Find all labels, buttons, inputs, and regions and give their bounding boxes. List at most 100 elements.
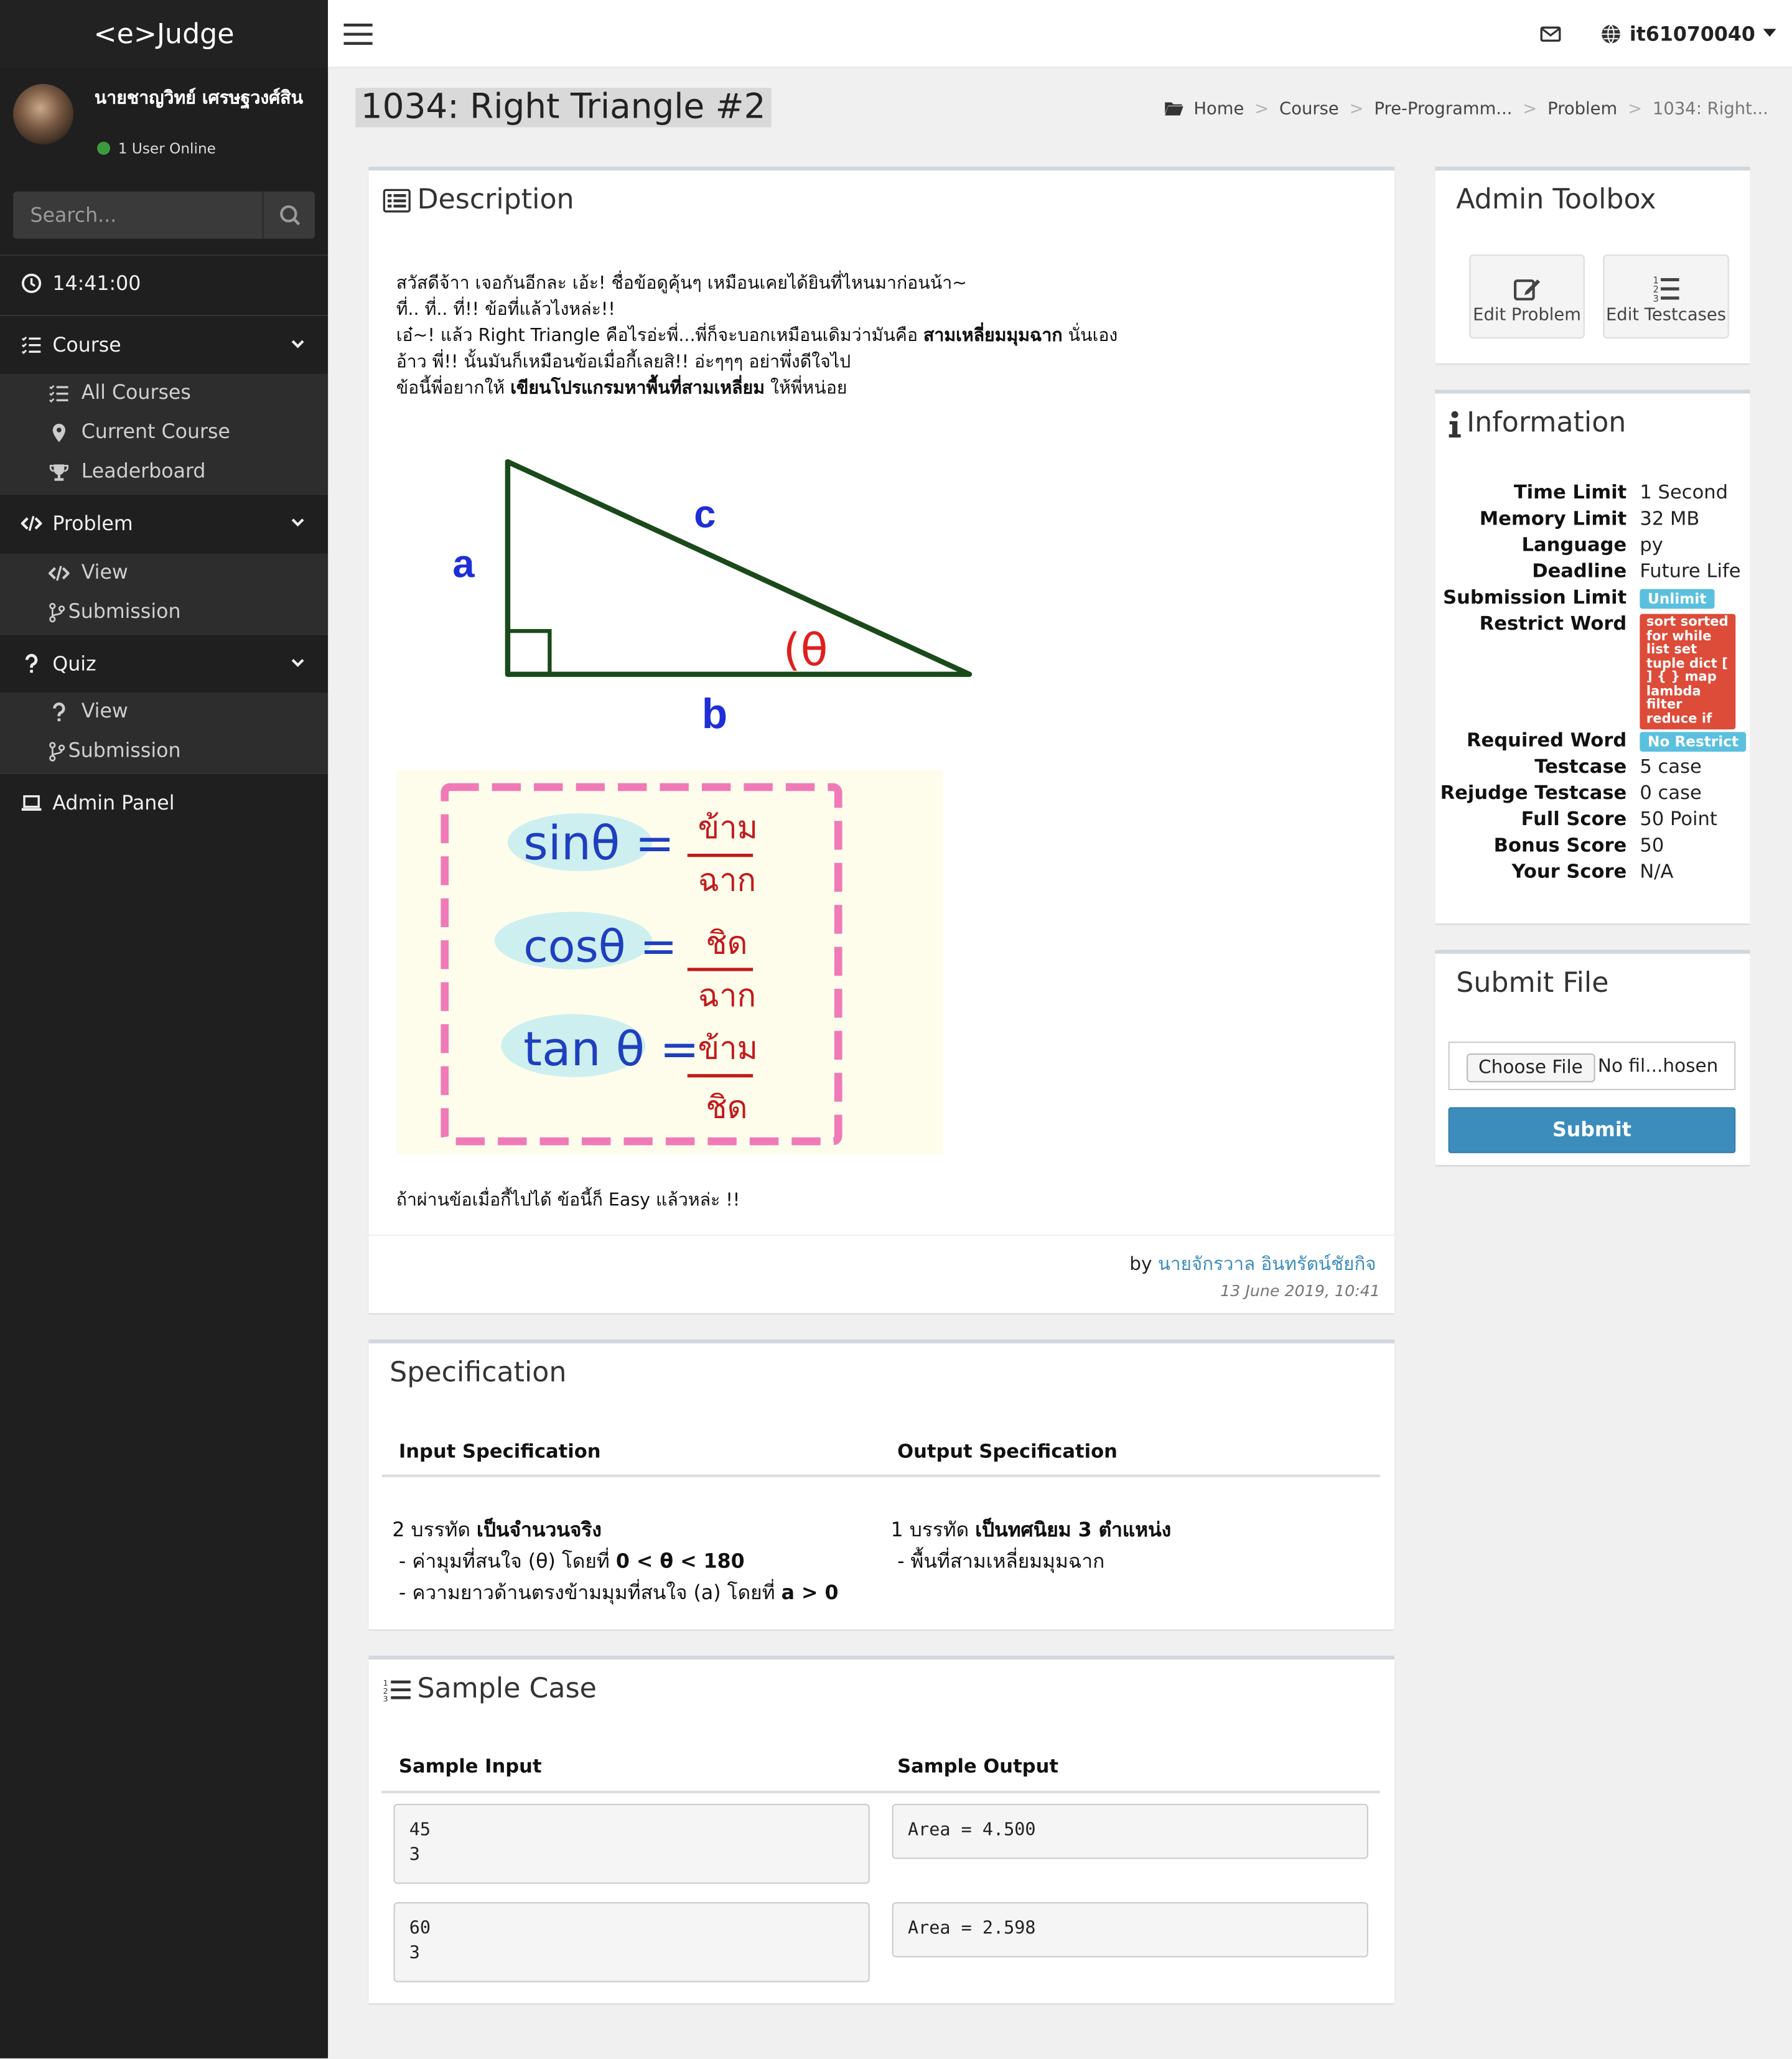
user-name: นายชาญวิทย์ เศรษฐวงศ์สิน (94, 88, 304, 109)
sample-input-2[interactable]: 60 3 (393, 1902, 870, 1982)
sidebar-search (13, 191, 315, 239)
label-a: a (452, 543, 475, 586)
breadcrumb-pre-programming[interactable]: Pre-Programm... (1374, 100, 1512, 119)
divider (0, 493, 329, 495)
info-testcase: Testcase 5 case (1534, 757, 1702, 778)
list-alt-icon (383, 189, 411, 213)
search-input[interactable] (13, 191, 263, 239)
online-status: 1 User Online (97, 141, 216, 157)
sidebar-item-problem-view[interactable]: View (0, 554, 328, 593)
information-title: Information (1467, 406, 1626, 439)
svg-text:ฉาก: ฉาก (698, 862, 756, 899)
sample-output-2[interactable]: Area = 2.598 (892, 1902, 1368, 1958)
chevron-down-icon (291, 518, 304, 527)
author-link[interactable]: นายจักรวาล อินทรัตน์ชัยกิจ (1158, 1254, 1376, 1276)
description-box: Description สวัสดีจ้าา เจอกันอีกละ เอ้ะ!… (368, 166, 1395, 1314)
svg-text:ข้าม: ข้าม (698, 1029, 758, 1066)
sample-case-box: 123 Sample Case Sample Input Sample Outp… (368, 1655, 1395, 2004)
info-full-score: Full Score 50 Point (1521, 809, 1717, 831)
file-input[interactable]: Choose File No fil...hosen (1448, 1041, 1736, 1090)
trig-ratios-figure: sinθ = cosθ = tan θ = ข้าม ฉาก ชิด ฉาก ข… (396, 770, 943, 1155)
submit-button[interactable]: Submit (1448, 1107, 1736, 1154)
search-icon (280, 205, 301, 226)
info-deadline: Deadline Future Life (1532, 561, 1741, 583)
quiz-submenu: View Submission (0, 693, 329, 773)
info-required-word: Required Word No Restrict (1435, 731, 1750, 757)
description-text: สวัสดีจ้าา เจอกันอีกละ เอ้ะ! ชื่อข้อดูคุ… (396, 273, 1118, 399)
sample-input-label: Sample Input (398, 1757, 542, 1778)
tan-label: tan θ = (523, 1022, 699, 1076)
user-dropdown[interactable]: it61070040 (1630, 22, 1776, 46)
caret-down-icon (1763, 29, 1776, 37)
laptop-icon (21, 795, 42, 811)
info-restrict-word: Restrict Word sort sorted for while list … (1435, 614, 1750, 730)
sidebar-item-problem-submission[interactable]: Submission (0, 593, 328, 632)
chevron-down-icon (291, 658, 304, 667)
chevron-down-icon (291, 340, 304, 348)
author-line: by นายจักรวาล อินทรัตน์ชัยกิจ (1129, 1254, 1376, 1276)
nav-admin-panel[interactable]: Admin Panel (0, 777, 328, 829)
breadcrumb-course[interactable]: Course (1279, 100, 1339, 119)
sidebar-item-quiz-submission[interactable]: Submission (0, 732, 328, 771)
map-marker-icon (52, 423, 65, 442)
course-submenu: All Courses Current Course Leaderboard (0, 373, 329, 493)
clock: 14:41:00 (0, 257, 328, 309)
nav-course[interactable]: Course (0, 319, 328, 371)
nav-quiz[interactable]: Quiz (0, 638, 328, 690)
mail-icon[interactable] (1539, 22, 1562, 46)
breadcrumb-current: 1034: Right... (1652, 100, 1768, 119)
search-button[interactable] (262, 191, 315, 239)
cos-label: cosθ = (523, 920, 677, 972)
admin-toolbox-box: Admin Toolbox Edit Problem 123 Edit Test… (1435, 166, 1750, 363)
app-logo[interactable]: <e>Judge (0, 0, 329, 68)
input-spec-text: 2 บรรทัด เป็นจำนวนจริง - ค่ามุมที่สนใจ (… (392, 1518, 839, 1605)
admin-toolbox-title: Admin Toolbox (1456, 184, 1656, 215)
post-date: 13 June 2019, 10:41 (1220, 1281, 1380, 1300)
label-b: b (702, 691, 727, 737)
globe-icon[interactable] (1599, 22, 1623, 46)
clock-icon (21, 273, 42, 293)
specification-title: Specification (390, 1356, 567, 1388)
edit-testcases-button[interactable]: 123 Edit Testcases (1603, 254, 1729, 338)
input-spec-label: Input Specification (398, 1442, 601, 1463)
breadcrumb: Home > Course > Pre-Programm... > Problem >1034… (1165, 100, 1768, 119)
info-icon (1449, 411, 1461, 438)
information-box: Information Time Limit 1 Second Memory Li… (1435, 390, 1750, 924)
info-rejudge-testcase: Rejudge Testcase 0 case (1440, 783, 1702, 805)
breadcrumb-home[interactable]: Home (1193, 100, 1244, 119)
list-icon (21, 336, 41, 355)
edit-problem-button[interactable]: Edit Problem (1469, 254, 1585, 338)
sidebar-item-current-course[interactable]: Current Course (0, 413, 328, 452)
sidebar-item-all-courses[interactable]: All Courses (0, 374, 328, 413)
svg-text:3: 3 (383, 1694, 388, 1701)
list-ol-icon: 123 (1653, 275, 1679, 303)
sample-case-title: Sample Case (417, 1673, 597, 1704)
list-ol-icon: 123 (383, 1678, 411, 1701)
choose-file-button[interactable]: Choose File (1467, 1053, 1595, 1083)
sample-input-1[interactable]: 45 3 (393, 1803, 870, 1884)
sin-label: sinθ = (523, 816, 674, 871)
sidebar-item-quiz-view[interactable]: View (0, 693, 328, 732)
nav-problem[interactable]: Problem (0, 497, 328, 549)
sidebar-item-leaderboard[interactable]: Leaderboard (0, 452, 328, 492)
sample-output-1[interactable]: Area = 4.500 (892, 1803, 1368, 1859)
code-icon (21, 516, 42, 531)
right-triangle-figure: a c b (θ (452, 459, 973, 737)
menu-toggle-icon[interactable] (343, 22, 373, 46)
breadcrumb-problem[interactable]: Problem (1547, 100, 1617, 119)
page-title: 1034: Right Triangle #2 (355, 88, 771, 128)
file-name: No fil...hosen (1597, 1056, 1719, 1077)
list-icon (49, 385, 68, 403)
svg-text:ข้าม: ข้าม (698, 809, 758, 846)
description-footer-text: ถ้าผ่านข้อเมื่อกี้ไปได้ ข้อนี้ก็ Easy แล… (396, 1190, 740, 1211)
label-c: c (694, 493, 716, 536)
status-badge: No Restrict (1640, 732, 1747, 752)
info-memory-limit: Memory Limit 32 MB (1479, 509, 1700, 530)
svg-text:ชิด: ชิด (706, 925, 747, 961)
problem-submenu: View Submission (0, 553, 329, 634)
folder-icon (1165, 102, 1183, 116)
divider (0, 772, 329, 774)
top-navbar: it61070040 (328, 0, 1792, 68)
description-title: Description (417, 184, 574, 215)
info-time-limit: Time Limit 1 Second (1513, 482, 1729, 504)
